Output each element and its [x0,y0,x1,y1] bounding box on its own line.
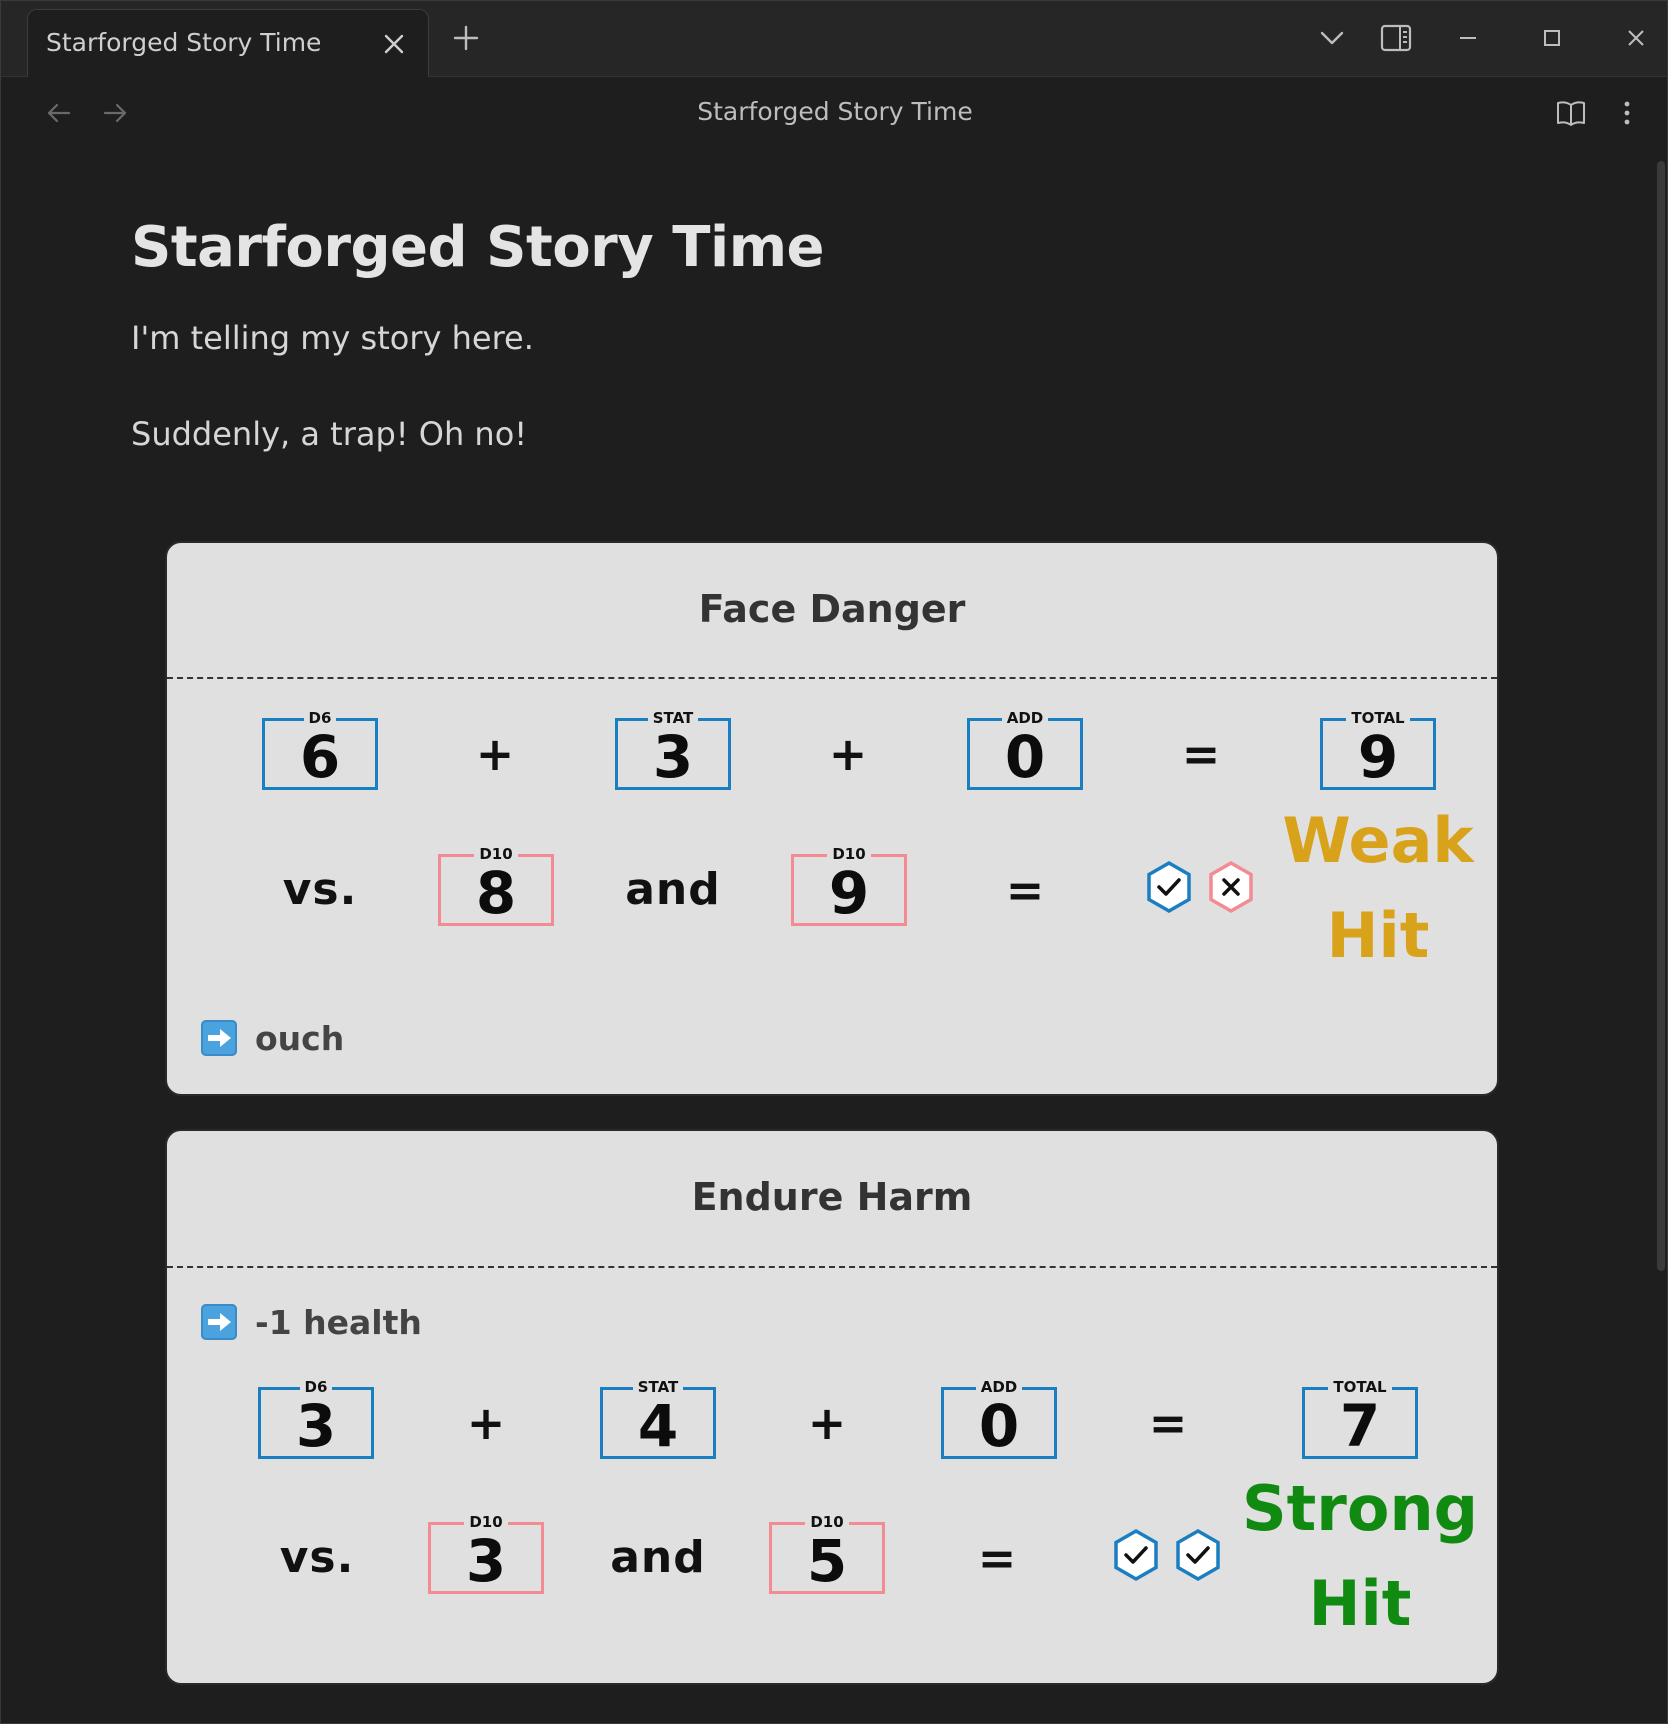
action-die: D6 3 [258,1378,374,1460]
stat-box: STAT 4 [600,1378,716,1460]
tab-starforged-story-time[interactable]: Starforged Story Time [27,9,429,77]
consequence: -1 health [201,1303,422,1342]
die-value: 0 [1004,723,1046,791]
total-box: TOTAL 9 [1320,709,1436,791]
plus-sign: + [466,1396,506,1450]
outcome-hit: Hit [1326,899,1430,972]
vs-label: vs. [282,864,358,915]
equals-sign: = [1005,863,1045,917]
total-box: TOTAL 7 [1302,1378,1418,1460]
die-value: 3 [652,723,694,791]
view-header: Starforged Story Time [1,77,1667,149]
die-value: 9 [1357,723,1399,791]
maximize-icon[interactable] [1535,21,1569,55]
add-box: ADD 0 [941,1378,1057,1460]
sidebar-toggle-icon[interactable] [1379,21,1413,55]
move-card-face-danger: Face Danger D6 6 + STAT 3 + ADD 0 = TOTA… [165,541,1499,1096]
outcome-hit: Hit [1308,1567,1412,1640]
more-options-icon[interactable] [1611,97,1643,129]
and-label: and [625,864,721,915]
paragraph: I'm telling my story here. [131,319,534,357]
close-tab-icon[interactable] [380,30,408,58]
and-label: and [610,1532,706,1583]
die-value: 6 [299,723,341,791]
tab-title: Starforged Story Time [46,28,322,57]
reading-view-book-icon[interactable] [1555,97,1587,129]
chevron-down-icon[interactable] [1315,21,1349,55]
move-card-endure-harm: Endure Harm -1 health D6 3 + STAT 4 + AD… [165,1129,1499,1685]
die-value: 5 [806,1527,848,1595]
paragraph: Suddenly, a trap! Oh no! [131,415,528,453]
die-value: 8 [475,859,517,927]
challenge-die: D10 9 [791,845,907,927]
plus-sign: + [807,1396,847,1450]
scrollbar-thumb[interactable] [1657,161,1665,1271]
right-arrow-emoji-icon [201,1020,237,1056]
outcome-weak: Weak [1282,804,1474,877]
hex-cross-icon [1209,860,1253,914]
new-tab-icon[interactable] [451,23,481,53]
stat-box: STAT 3 [615,709,731,791]
equals-sign: = [977,1531,1017,1585]
consequence-text: -1 health [255,1303,422,1342]
tab-bar: Starforged Story Time [1,1,1667,77]
card-divider [167,1266,1497,1268]
document-title: Starforged Story Time [131,215,825,280]
move-title: Face Danger [698,587,966,631]
view-title: Starforged Story Time [697,97,973,126]
die-value: 3 [295,1392,337,1460]
challenge-die: D10 5 [769,1513,885,1595]
hex-check-icon [1147,860,1191,914]
equals-sign: = [1181,727,1221,781]
plus-sign: + [475,727,515,781]
die-value: 9 [828,859,870,927]
die-value: 7 [1339,1392,1381,1460]
hex-check-icon [1176,1528,1220,1582]
plus-sign: + [828,727,868,781]
card-divider [167,677,1497,679]
app-window: Starforged Story Time Starforged Story T… [0,0,1668,1724]
vs-label: vs. [279,1532,355,1583]
die-value: 3 [465,1527,507,1595]
challenge-die: D10 8 [438,845,554,927]
minimize-icon[interactable] [1451,21,1485,55]
consequence: ouch [201,1019,344,1058]
equals-sign: = [1148,1396,1188,1450]
right-arrow-emoji-icon [201,1304,237,1340]
consequence-text: ouch [255,1019,345,1058]
challenge-die: D10 3 [428,1513,544,1595]
add-box: ADD 0 [967,709,1083,791]
hex-check-icon [1114,1528,1158,1582]
outcome-strong: Strong [1242,1472,1478,1545]
die-value: 4 [637,1392,679,1460]
die-value: 0 [978,1392,1020,1460]
action-die: D6 6 [262,709,378,791]
close-window-icon[interactable] [1619,21,1653,55]
move-title: Endure Harm [691,1175,973,1219]
